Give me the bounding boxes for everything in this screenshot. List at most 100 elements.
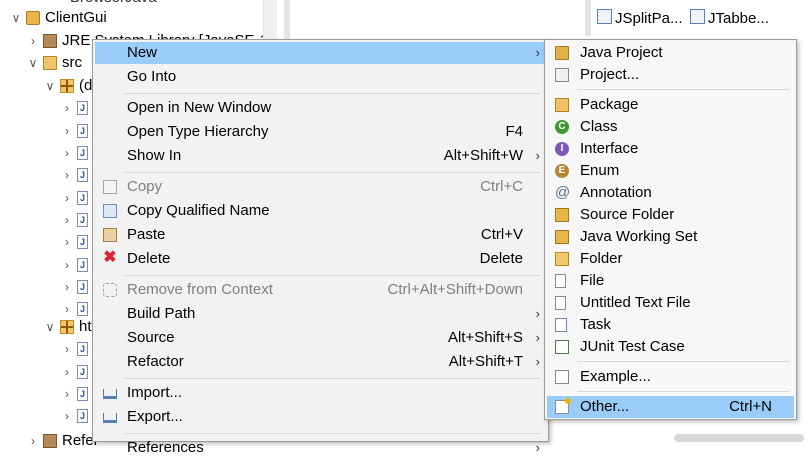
menu-item-copy-qualified-name[interactable]: Copy Qualified Name xyxy=(95,200,546,222)
java-file-icon xyxy=(77,187,88,209)
menu-item-label: Source Folder xyxy=(580,206,675,223)
context-menu: New › Go Into Open in New Window Open Type H… xyxy=(92,39,549,456)
menu-item-label: Go Into xyxy=(127,68,177,85)
menu-item-label: Build Path xyxy=(127,305,196,322)
menu-item-java-working-set[interactable]: Java Working Set xyxy=(547,226,794,248)
submenu-arrow-icon: › xyxy=(535,354,540,369)
menu-item-build-path[interactable]: Build Path › xyxy=(95,303,546,325)
menu-item-paste[interactable]: Paste Ctrl+V xyxy=(95,224,546,246)
menu-item-delete[interactable]: ✖ Delete Delete xyxy=(95,248,546,270)
menu-item-label: Interface xyxy=(580,140,639,157)
horizontal-scrollbar[interactable] xyxy=(674,434,804,442)
menu-item-folder[interactable]: Folder xyxy=(547,248,794,270)
menu-item-refactor[interactable]: Refactor Alt+Shift+T › xyxy=(95,351,546,373)
expand-chevron-icon[interactable]: › xyxy=(61,97,73,119)
tree-item-label: src xyxy=(62,54,82,71)
menu-item-import[interactable]: Import... xyxy=(95,382,546,404)
expand-chevron-icon[interactable]: › xyxy=(61,276,73,298)
menu-item-interface[interactable]: I Interface xyxy=(547,138,794,160)
menu-item-label: Remove from Context xyxy=(127,281,273,298)
java-file-icon xyxy=(77,338,88,360)
menu-item-export[interactable]: Export... xyxy=(95,406,546,428)
untitled-text-file-icon xyxy=(555,296,566,310)
editor-tab[interactable]: JTabbe... xyxy=(690,6,769,32)
java-file-icon xyxy=(77,97,88,119)
menu-item-package[interactable]: Package xyxy=(547,94,794,116)
collapse-chevron-icon[interactable]: ∨ xyxy=(27,52,39,74)
expand-chevron-icon[interactable]: › xyxy=(61,164,73,186)
menu-separator xyxy=(577,391,789,392)
submenu-arrow-icon: › xyxy=(535,306,540,321)
menu-item-source[interactable]: Source Alt+Shift+S › xyxy=(95,327,546,349)
annotation-icon: @ xyxy=(555,184,571,201)
menu-item-shortcut: Alt+Shift+S xyxy=(447,329,523,346)
menu-item-class[interactable]: C Class xyxy=(547,116,794,138)
expand-chevron-icon[interactable]: › xyxy=(61,361,73,383)
menu-item-label: JUnit Test Case xyxy=(580,338,685,355)
menu-item-label: Enum xyxy=(580,162,620,179)
tree-item-label: ht xyxy=(79,318,92,335)
menu-item-label: References xyxy=(127,439,204,456)
expand-chevron-icon[interactable]: › xyxy=(61,383,73,405)
menu-separator xyxy=(125,378,540,379)
java-file-icon xyxy=(77,254,88,276)
menu-item-label: Open in New Window xyxy=(127,99,272,116)
menu-item-untitled-text-file[interactable]: Untitled Text File xyxy=(547,292,794,314)
collapse-chevron-icon[interactable]: ∨ xyxy=(44,316,56,338)
menu-item-label: Source xyxy=(127,329,175,346)
expand-chevron-icon[interactable]: › xyxy=(27,430,39,452)
example-icon xyxy=(555,370,569,384)
source-folder-icon xyxy=(555,208,569,222)
copy-qualified-name-icon xyxy=(103,204,117,218)
menu-item-go-into[interactable]: Go Into xyxy=(95,66,546,88)
interface-icon: I xyxy=(555,142,569,156)
menu-item-open-in-new-window[interactable]: Open in New Window xyxy=(95,97,546,119)
menu-item-new[interactable]: New › xyxy=(95,42,546,64)
menu-item-enum[interactable]: E Enum xyxy=(547,160,794,182)
expand-chevron-icon[interactable]: › xyxy=(61,187,73,209)
menu-separator xyxy=(577,89,789,90)
menu-item-show-in[interactable]: Show In Alt+Shift+W › xyxy=(95,145,546,167)
menu-item-task[interactable]: Task xyxy=(547,314,794,336)
editor-tab[interactable]: JSplitPa... xyxy=(597,6,683,32)
copy-icon xyxy=(103,180,117,194)
menu-item-file[interactable]: File xyxy=(547,270,794,292)
menu-item-references[interactable]: References › xyxy=(95,437,546,459)
remove-context-icon xyxy=(103,283,117,297)
menu-item-label: New xyxy=(127,44,158,61)
menu-item-shortcut: Ctrl+N xyxy=(729,398,772,415)
expand-chevron-icon[interactable]: › xyxy=(61,142,73,164)
menu-item-project[interactable]: Project... xyxy=(547,64,794,86)
menu-item-label: Open Type Hierarchy xyxy=(127,123,269,140)
menu-item-shortcut: Alt+Shift+T xyxy=(448,353,523,370)
menu-item-junit-test-case[interactable]: JUnit Test Case xyxy=(547,336,794,358)
tree-item[interactable]: ∨ ClientGui xyxy=(0,7,263,29)
class-icon: C xyxy=(555,120,569,134)
menu-item-annotation[interactable]: @ Annotation xyxy=(547,182,794,204)
menu-item-other[interactable]: Other... Ctrl+N xyxy=(547,396,794,418)
expand-chevron-icon[interactable]: › xyxy=(61,338,73,360)
editor-tab-label: JSplitPa... xyxy=(615,10,683,27)
java-working-set-icon xyxy=(555,230,569,244)
menu-item-java-project[interactable]: Java Project xyxy=(547,42,794,64)
menu-item-remove-from-context: Remove from Context Ctrl+Alt+Shift+Down xyxy=(95,279,546,301)
java-file-icon xyxy=(77,405,88,427)
collapse-chevron-icon[interactable]: ∨ xyxy=(44,75,56,97)
expand-chevron-icon[interactable]: › xyxy=(61,231,73,253)
menu-item-example[interactable]: Example... xyxy=(547,366,794,388)
expand-chevron-icon[interactable]: › xyxy=(61,254,73,276)
menu-item-label: Package xyxy=(580,96,639,113)
expand-chevron-icon[interactable]: › xyxy=(27,30,39,52)
java-class-icon xyxy=(690,9,705,24)
menu-item-label: Export... xyxy=(127,408,183,425)
expand-chevron-icon[interactable]: › xyxy=(61,209,73,231)
expand-chevron-icon[interactable]: › xyxy=(61,120,73,142)
menu-item-open-type-hierarchy[interactable]: Open Type Hierarchy F4 xyxy=(95,121,546,143)
menu-item-shortcut: Ctrl+C xyxy=(480,178,523,195)
java-file-icon xyxy=(77,383,88,405)
menu-item-source-folder[interactable]: Source Folder xyxy=(547,204,794,226)
expand-chevron-icon[interactable]: › xyxy=(61,405,73,427)
menu-item-label: Java Project xyxy=(580,44,663,61)
other-icon xyxy=(555,398,571,414)
collapse-chevron-icon[interactable]: ∨ xyxy=(10,7,22,29)
